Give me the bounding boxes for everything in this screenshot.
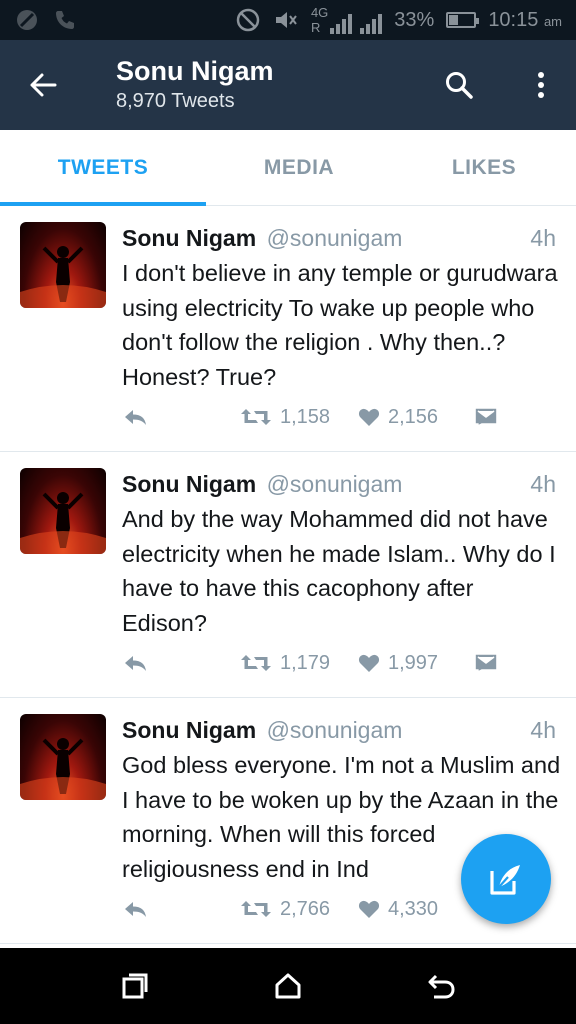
back-arrow-icon — [30, 73, 57, 97]
status-bar: 4G R 33% 10:15 am — [0, 0, 576, 40]
tweet-header: Sonu Nigam @sonunigam 4h — [122, 466, 556, 502]
retweet-icon — [241, 655, 271, 671]
direct-message-icon — [474, 653, 498, 673]
like-count: 1,997 — [388, 651, 439, 674]
heart-icon — [358, 408, 380, 426]
do-not-disturb-icon — [235, 7, 261, 33]
search-button[interactable] — [436, 62, 482, 108]
mute-icon — [273, 7, 299, 33]
tweet-header: Sonu Nigam @sonunigam 4h — [122, 220, 556, 256]
reply-button[interactable] — [122, 892, 148, 926]
tweet-text: And by the way Mohammed did not have ele… — [122, 506, 556, 636]
reply-button[interactable] — [122, 400, 148, 434]
home-icon — [275, 973, 301, 999]
tweet-count: 8,970 Tweets — [116, 90, 235, 112]
author-name[interactable]: Sonu Nigam — [122, 225, 256, 251]
message-button[interactable] — [474, 400, 498, 434]
search-icon — [446, 72, 473, 99]
avatar[interactable] — [20, 714, 106, 800]
app-bar: Sonu Nigam 8,970 Tweets — [0, 40, 576, 130]
time: 10:15 am — [488, 9, 562, 32]
author-handle[interactable]: @sonunigam — [267, 225, 403, 251]
tweet-time: 4h — [530, 225, 556, 251]
recent-apps-icon — [122, 973, 148, 999]
home-button[interactable] — [264, 962, 312, 1010]
title-wrap: Sonu Nigam 8,970 Tweets — [116, 54, 274, 114]
direct-message-icon — [474, 407, 498, 427]
message-button[interactable] — [474, 646, 498, 680]
retweet-button[interactable]: 2,766 — [240, 892, 330, 926]
tab-likes[interactable]: LIKES — [392, 130, 576, 206]
retweet-icon — [241, 409, 271, 425]
like-count: 2,156 — [388, 405, 439, 428]
tweet-time: 4h — [530, 471, 556, 497]
reply-icon — [125, 410, 146, 425]
tweet-actions: 1,158 2,156 — [122, 400, 562, 434]
author-name[interactable]: Sonu Nigam — [122, 471, 256, 497]
retweet-count: 1,158 — [280, 405, 331, 428]
page-title: Sonu Nigam — [116, 56, 274, 86]
tweet-card[interactable]: Sonu Nigam @sonunigam 4h And by the way … — [0, 452, 576, 698]
call-icon — [52, 7, 78, 33]
status-left — [14, 7, 78, 33]
network-type-label: 4G — [310, 5, 329, 20]
system-back-icon — [428, 974, 455, 999]
like-button[interactable]: 2,156 — [358, 400, 438, 434]
author-name[interactable]: Sonu Nigam — [122, 717, 256, 743]
signal-group: 4G R — [310, 5, 383, 35]
tab-tweets[interactable]: TWEETS — [0, 130, 206, 206]
tweet-actions: 1,179 1,997 — [122, 646, 562, 680]
tweet-time: 4h — [530, 717, 556, 743]
compose-icon — [490, 865, 520, 895]
retweet-button[interactable]: 1,158 — [240, 400, 330, 434]
recent-apps-button[interactable] — [111, 962, 159, 1010]
tweet-card[interactable]: Sonu Nigam @sonunigam 4h I don't believe… — [0, 206, 576, 452]
tweet-text: I don't believe in any temple or gurudwa… — [122, 260, 558, 390]
retweet-icon — [241, 901, 271, 917]
roaming-label: R — [310, 20, 321, 35]
like-count: 4,330 — [388, 897, 439, 920]
heart-icon — [358, 900, 380, 918]
author-handle[interactable]: @sonunigam — [267, 471, 403, 497]
status-right: 4G R 33% 10:15 am — [235, 6, 562, 34]
reply-button[interactable] — [122, 646, 148, 680]
battery-icon — [446, 12, 480, 28]
more-options-button[interactable] — [518, 62, 564, 108]
reply-icon — [125, 656, 146, 671]
signal-icon — [330, 12, 353, 34]
more-vert-icon — [538, 72, 544, 98]
author-handle[interactable]: @sonunigam — [267, 717, 403, 743]
reply-icon — [125, 902, 146, 917]
retweet-button[interactable]: 1,179 — [240, 646, 330, 680]
tweet-header: Sonu Nigam @sonunigam 4h — [122, 712, 556, 748]
heart-icon — [358, 654, 380, 672]
signal-icon-2 — [360, 12, 383, 34]
compose-tweet-button[interactable] — [461, 834, 551, 924]
time-ampm: am — [543, 13, 562, 29]
profile-tabs: TWEETS MEDIA LIKES — [0, 130, 576, 206]
back-button[interactable] — [20, 62, 66, 108]
like-button[interactable]: 4,330 — [358, 892, 438, 926]
avatar[interactable] — [20, 468, 106, 554]
no-disturb-icon — [14, 7, 40, 33]
tab-media[interactable]: MEDIA — [206, 130, 392, 206]
avatar[interactable] — [20, 222, 106, 308]
like-button[interactable]: 1,997 — [358, 646, 438, 680]
retweet-count: 2,766 — [280, 897, 331, 920]
battery-percent: 33% — [394, 8, 435, 31]
time-value: 10:15 — [488, 8, 539, 31]
system-nav-bar — [0, 948, 576, 1024]
system-back-button[interactable] — [417, 962, 465, 1010]
retweet-count: 1,179 — [280, 651, 331, 674]
